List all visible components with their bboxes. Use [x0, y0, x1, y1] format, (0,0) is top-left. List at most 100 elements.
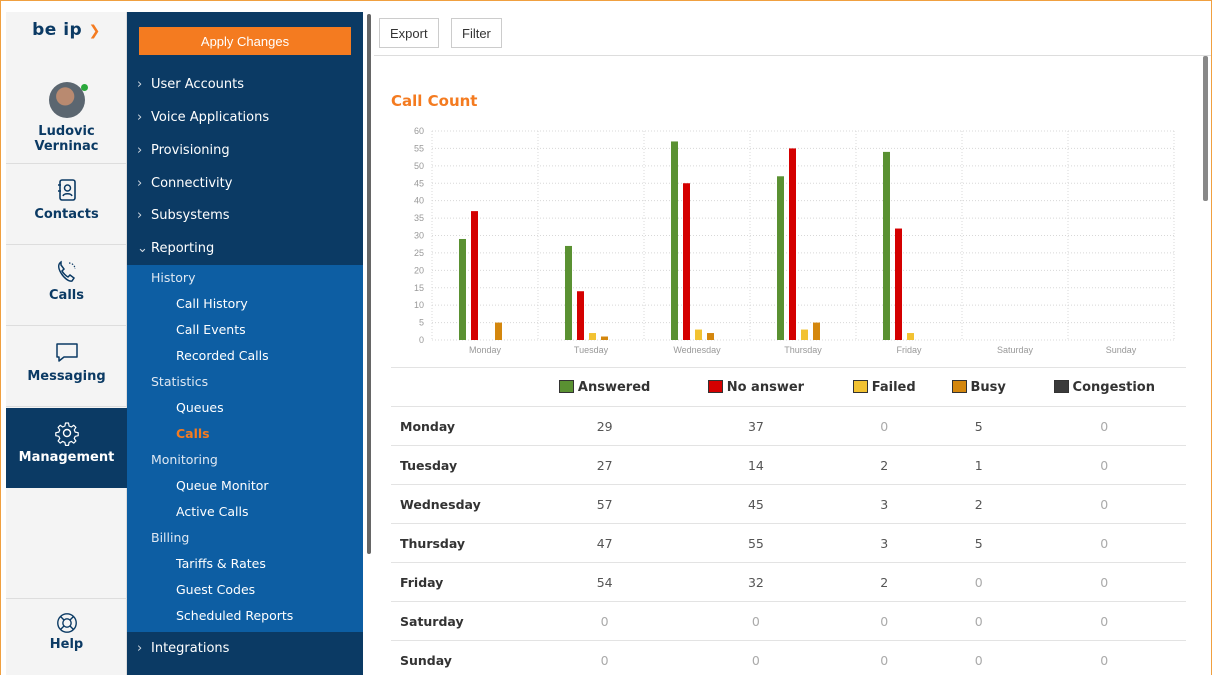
sub-item-active-calls[interactable]: Active Calls — [127, 499, 363, 525]
gear-icon — [54, 422, 79, 446]
bar-busy — [601, 336, 608, 340]
x-tick-label: Monday — [469, 345, 502, 355]
logo-text: be ip — [32, 20, 83, 40]
sub-item-tariffs-rates[interactable]: Tariffs & Rates — [127, 551, 363, 577]
nav-item-label: Subsystems — [151, 208, 230, 223]
sub-item-queue-monitor[interactable]: Queue Monitor — [127, 473, 363, 499]
user-name: Ludovic Verninac — [34, 124, 99, 154]
nav-item-provisioning[interactable]: › Provisioning — [127, 134, 363, 167]
nav-scrollbar[interactable] — [367, 14, 371, 554]
y-tick-label: 60 — [414, 126, 424, 136]
rail-contacts[interactable]: Contacts — [6, 165, 127, 245]
message-icon — [55, 343, 78, 362]
y-tick-label: 5 — [419, 318, 424, 328]
sub-item-call-events[interactable]: Call Events — [127, 317, 363, 343]
bar-busy — [813, 322, 820, 340]
sub-heading-history[interactable]: History — [127, 265, 363, 291]
lifebuoy-icon — [56, 613, 77, 633]
sub-item-recorded-calls[interactable]: Recorded Calls — [127, 343, 363, 369]
y-tick-label: 10 — [414, 300, 424, 310]
main-content: Export Filter Call Count 0 5 10 15 20 25 30 35 4… — [374, 12, 1211, 675]
y-tick-label: 20 — [414, 265, 424, 275]
x-tick-label: Friday — [896, 345, 922, 355]
filter-button[interactable]: Filter — [451, 18, 502, 48]
cell-answered: 0 — [531, 640, 679, 675]
legend-answered[interactable]: Answered — [531, 367, 679, 407]
cell-no-answer: 0 — [678, 640, 834, 675]
nav-item-label: Integrations — [151, 641, 230, 656]
nav-item-integrations[interactable]: › Integrations — [127, 632, 363, 665]
chevron-right-icon: › — [137, 176, 143, 191]
chevron-right-icon: › — [137, 208, 143, 223]
cell-congestion: 0 — [1022, 640, 1186, 675]
user-profile[interactable]: Ludovic Verninac — [6, 68, 127, 164]
cell-failed: 0 — [833, 601, 935, 641]
table-row: Saturday 0 0 0 0 0 — [391, 601, 1186, 641]
bar-no-answer — [683, 183, 690, 340]
nav-item-subsystems[interactable]: › Subsystems — [127, 199, 363, 232]
reporting-submenu: History Call History Call Events Recorde… — [127, 265, 363, 632]
apply-changes-button[interactable]: Apply Changes — [139, 27, 351, 55]
legend-congestion-label: Congestion — [1072, 379, 1155, 395]
legend-congestion[interactable]: Congestion — [1022, 367, 1186, 407]
sub-item-guest-codes[interactable]: Guest Codes — [127, 577, 363, 603]
swatch-no-answer — [707, 379, 723, 393]
main-scrollbar[interactable] — [1203, 56, 1208, 201]
rail-calls[interactable]: Calls — [6, 246, 127, 326]
cell-answered: 27 — [531, 445, 679, 485]
cell-failed: 3 — [833, 523, 935, 563]
cell-answered: 54 — [531, 562, 679, 602]
x-tick-label: Sunday — [1106, 345, 1137, 355]
bar-no-answer — [471, 211, 478, 340]
navigation-menu: Apply Changes › User Accounts › Voice Appl… — [127, 12, 363, 675]
cell-congestion: 0 — [1022, 601, 1186, 641]
legend-no-answer[interactable]: No answer — [678, 367, 834, 407]
export-button[interactable]: Export — [379, 18, 439, 48]
row-day: Tuesday — [391, 445, 531, 485]
cell-failed: 0 — [833, 640, 935, 675]
table-header-day — [391, 367, 531, 407]
cell-no-answer: 55 — [678, 523, 834, 563]
legend-failed[interactable]: Failed — [833, 367, 935, 407]
sub-heading-statistics[interactable]: Statistics — [127, 369, 363, 395]
sub-item-call-history[interactable]: Call History — [127, 291, 363, 317]
bar-answered — [459, 238, 466, 340]
bar-failed — [589, 333, 596, 340]
nav-item-user-accounts[interactable]: › User Accounts — [127, 68, 363, 101]
cell-no-answer: 14 — [678, 445, 834, 485]
table-row: Tuesday 27 14 2 1 0 — [391, 445, 1186, 485]
chevron-right-icon: › — [137, 641, 143, 656]
sub-heading-monitoring[interactable]: Monitoring — [127, 447, 363, 473]
sub-heading-billing[interactable]: Billing — [127, 525, 363, 551]
cell-answered: 47 — [531, 523, 679, 563]
phone-icon — [57, 260, 76, 282]
chevron-right-icon: › — [137, 77, 143, 92]
nav-item-connectivity[interactable]: › Connectivity — [127, 167, 363, 200]
sub-item-queues[interactable]: Queues — [127, 395, 363, 421]
rail-messaging[interactable]: Messaging — [6, 327, 127, 407]
y-tick-label: 0 — [419, 335, 424, 345]
legend-no-answer-label: No answer — [726, 379, 805, 395]
rail-management[interactable]: Management — [6, 408, 127, 488]
nav-item-label: Voice Applications — [151, 110, 270, 125]
rail-help[interactable]: Help — [6, 598, 127, 675]
legend-busy-label: Busy — [970, 379, 1006, 395]
nav-item-label: Connectivity — [151, 176, 233, 191]
nav-item-voice-applications[interactable]: › Voice Applications — [127, 101, 363, 134]
row-day: Friday — [391, 562, 531, 602]
call-count-chart: 0 5 10 15 20 25 30 35 40 45 50 55 60 Monday Tuesday Wed… — [414, 126, 1175, 355]
bar-busy — [707, 333, 714, 340]
sub-item-scheduled-reports[interactable]: Scheduled Reports — [127, 603, 363, 629]
swatch-failed — [852, 379, 868, 393]
cell-busy: 0 — [934, 562, 1023, 602]
bar-failed — [695, 329, 702, 340]
cell-busy: 0 — [934, 601, 1023, 641]
nav-item-label: Provisioning — [151, 143, 230, 158]
nav-item-reporting[interactable]: ⌄ Reporting — [127, 232, 363, 265]
cell-busy: 5 — [934, 523, 1023, 563]
table-row: Friday 54 32 2 0 0 — [391, 562, 1186, 602]
sub-item-calls[interactable]: Calls — [127, 421, 363, 447]
y-tick-label: 45 — [414, 178, 424, 188]
logo[interactable]: be ip ❯ — [6, 20, 127, 40]
legend-busy[interactable]: Busy — [934, 367, 1023, 407]
